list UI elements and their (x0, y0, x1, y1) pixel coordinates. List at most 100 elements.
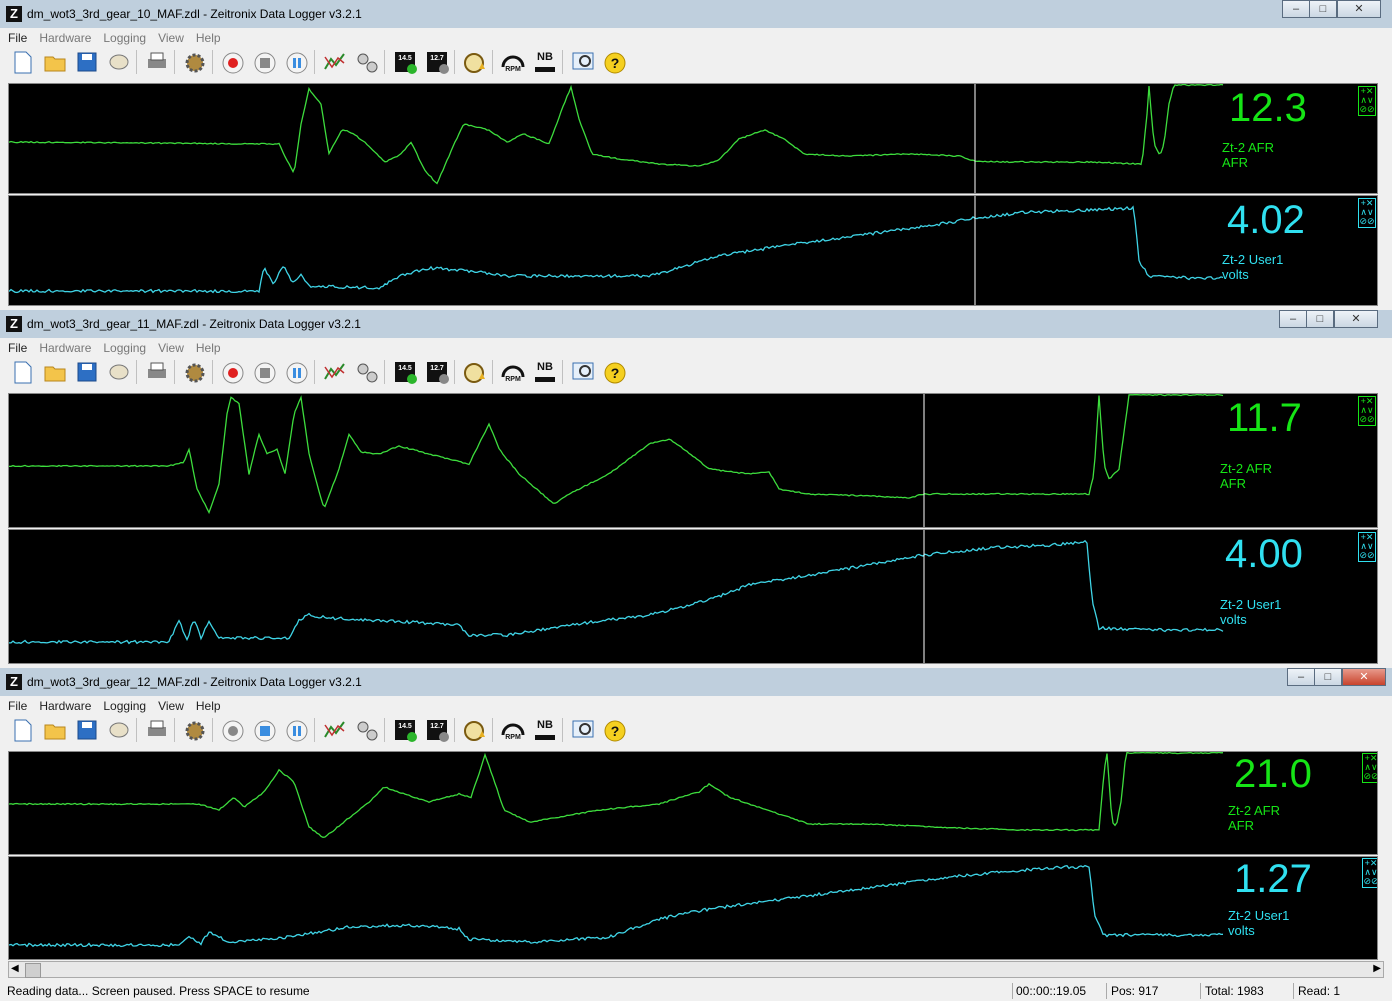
gauges-icon[interactable] (354, 48, 380, 76)
horizontal-scrollbar[interactable]: ◀ ▶ (8, 961, 1384, 978)
scroll-thumb[interactable] (25, 963, 41, 978)
open-folder-icon[interactable] (42, 716, 68, 744)
menu-logging[interactable]: Logging (103, 338, 146, 358)
zoom-controls-icon[interactable]: +✕ ∧∨ ⊘⊘ (1358, 396, 1376, 426)
afr-target-rich-icon[interactable]: 14.5 (392, 48, 418, 76)
pause-button-icon[interactable] (284, 716, 310, 744)
menu-hardware[interactable]: Hardware (39, 696, 91, 716)
status-message: Reading data... Screen paused. Press SPA… (7, 984, 310, 998)
title-bar[interactable]: Z dm_wot3_3rd_gear_12_MAF.zdl - Zeitroni… (0, 668, 1392, 696)
help-icon[interactable]: ? (602, 358, 628, 386)
new-file-icon[interactable] (10, 48, 36, 76)
menu-file[interactable]: File (8, 28, 27, 48)
new-file-icon[interactable] (10, 358, 36, 386)
menu-view[interactable]: View (158, 338, 184, 358)
maximize-button[interactable]: □ (1306, 310, 1334, 328)
svg-text:?: ? (611, 55, 620, 71)
svg-text:NB: NB (537, 361, 553, 373)
narrowband-icon[interactable]: NB (532, 716, 558, 744)
print-icon[interactable] (144, 358, 170, 386)
zoom-search-icon[interactable] (570, 716, 596, 744)
open-folder-icon[interactable] (42, 48, 68, 76)
afr-target-rich-icon[interactable]: 14.5 (392, 358, 418, 386)
stopwatch-icon[interactable] (462, 716, 488, 744)
afr-unit: AFR (1222, 155, 1248, 170)
afr-target-lean-icon[interactable]: 12.7 (424, 716, 450, 744)
zoom-search-icon[interactable] (570, 48, 596, 76)
maximize-button[interactable]: □ (1309, 0, 1337, 18)
pause-button-icon[interactable] (284, 48, 310, 76)
gauges-icon[interactable] (354, 716, 380, 744)
menu-logging[interactable]: Logging (103, 696, 146, 716)
graph-icon[interactable] (322, 358, 348, 386)
record-button-icon[interactable] (220, 358, 246, 386)
zoom-controls-icon[interactable]: +✕ ∧∨ ⊘⊘ (1358, 198, 1376, 228)
afr-target-rich-icon[interactable]: 14.5 (392, 716, 418, 744)
close-button[interactable]: ✕ (1334, 310, 1378, 328)
save-icon[interactable] (74, 48, 100, 76)
narrowband-icon[interactable]: NB (532, 48, 558, 76)
help-icon[interactable]: ? (602, 716, 628, 744)
menu-logging[interactable]: Logging (103, 28, 146, 48)
close-button[interactable]: ✕ (1342, 668, 1386, 686)
stop-button-icon[interactable] (252, 358, 278, 386)
svg-text:14.5: 14.5 (398, 723, 412, 730)
close-button[interactable]: ✕ (1337, 0, 1381, 18)
new-file-icon[interactable] (10, 716, 36, 744)
zoom-search-icon[interactable] (570, 358, 596, 386)
help-icon[interactable]: ? (602, 48, 628, 76)
print-icon[interactable] (144, 716, 170, 744)
zoom-controls-icon[interactable]: +✕ ∧∨ ⊘⊘ (1362, 858, 1377, 888)
title-bar[interactable]: Z dm_wot3_3rd_gear_10_MAF.zdl - Zeitroni… (0, 0, 1392, 28)
scroll-left-arrow-icon[interactable]: ◀ (11, 963, 19, 974)
graph-icon[interactable] (322, 716, 348, 744)
minimize-button[interactable]: – (1282, 0, 1310, 18)
menu-help[interactable]: Help (196, 28, 221, 48)
maximize-button[interactable]: □ (1314, 668, 1342, 686)
print-icon[interactable] (144, 48, 170, 76)
scroll-right-arrow-icon[interactable]: ▶ (1373, 963, 1381, 974)
save-icon[interactable] (74, 358, 100, 386)
settings-gear-icon[interactable] (182, 716, 208, 744)
minimize-button[interactable]: – (1279, 310, 1307, 328)
user1-value: 4.00 (1225, 532, 1303, 576)
menu-help[interactable]: Help (196, 338, 221, 358)
stop-button-icon[interactable] (252, 716, 278, 744)
gauges-icon[interactable] (354, 358, 380, 386)
stop-button-icon[interactable] (252, 48, 278, 76)
graph-icon[interactable] (322, 48, 348, 76)
afr-target-lean-icon[interactable]: 12.7 (424, 48, 450, 76)
brain-icon[interactable] (106, 48, 132, 76)
menu-view[interactable]: View (158, 696, 184, 716)
stopwatch-icon[interactable] (462, 48, 488, 76)
menu-file[interactable]: File (8, 696, 27, 716)
menu-file[interactable]: File (8, 338, 27, 358)
zoom-controls-icon[interactable]: +✕ ∧∨ ⊘⊘ (1358, 86, 1376, 116)
user1-trace-svg (9, 196, 1224, 305)
menu-help[interactable]: Help (196, 696, 221, 716)
zoom-controls-icon[interactable]: +✕ ∧∨ ⊘⊘ (1358, 532, 1376, 562)
record-button-icon[interactable] (220, 716, 246, 744)
afr-target-lean-icon[interactable]: 12.7 (424, 358, 450, 386)
rpm-gauge-icon[interactable]: RPM (500, 48, 526, 76)
menu-hardware[interactable]: Hardware (39, 338, 91, 358)
settings-gear-icon[interactable] (182, 48, 208, 76)
save-icon[interactable] (74, 716, 100, 744)
record-button-icon[interactable] (220, 48, 246, 76)
minimize-button[interactable]: – (1287, 668, 1315, 686)
open-folder-icon[interactable] (42, 358, 68, 386)
brain-icon[interactable] (106, 358, 132, 386)
trace-line (9, 864, 1224, 948)
narrowband-icon[interactable]: NB (532, 358, 558, 386)
menu-view[interactable]: View (158, 28, 184, 48)
pause-button-icon[interactable] (284, 358, 310, 386)
settings-gear-icon[interactable] (182, 358, 208, 386)
status-read: Read: 1 (1298, 984, 1341, 998)
zoom-controls-icon[interactable]: +✕ ∧∨ ⊘⊘ (1362, 753, 1377, 783)
brain-icon[interactable] (106, 716, 132, 744)
rpm-gauge-icon[interactable]: RPM (500, 716, 526, 744)
rpm-gauge-icon[interactable]: RPM (500, 358, 526, 386)
title-bar[interactable]: Z dm_wot3_3rd_gear_11_MAF.zdl - Zeitroni… (0, 310, 1392, 338)
stopwatch-icon[interactable] (462, 358, 488, 386)
menu-hardware[interactable]: Hardware (39, 28, 91, 48)
